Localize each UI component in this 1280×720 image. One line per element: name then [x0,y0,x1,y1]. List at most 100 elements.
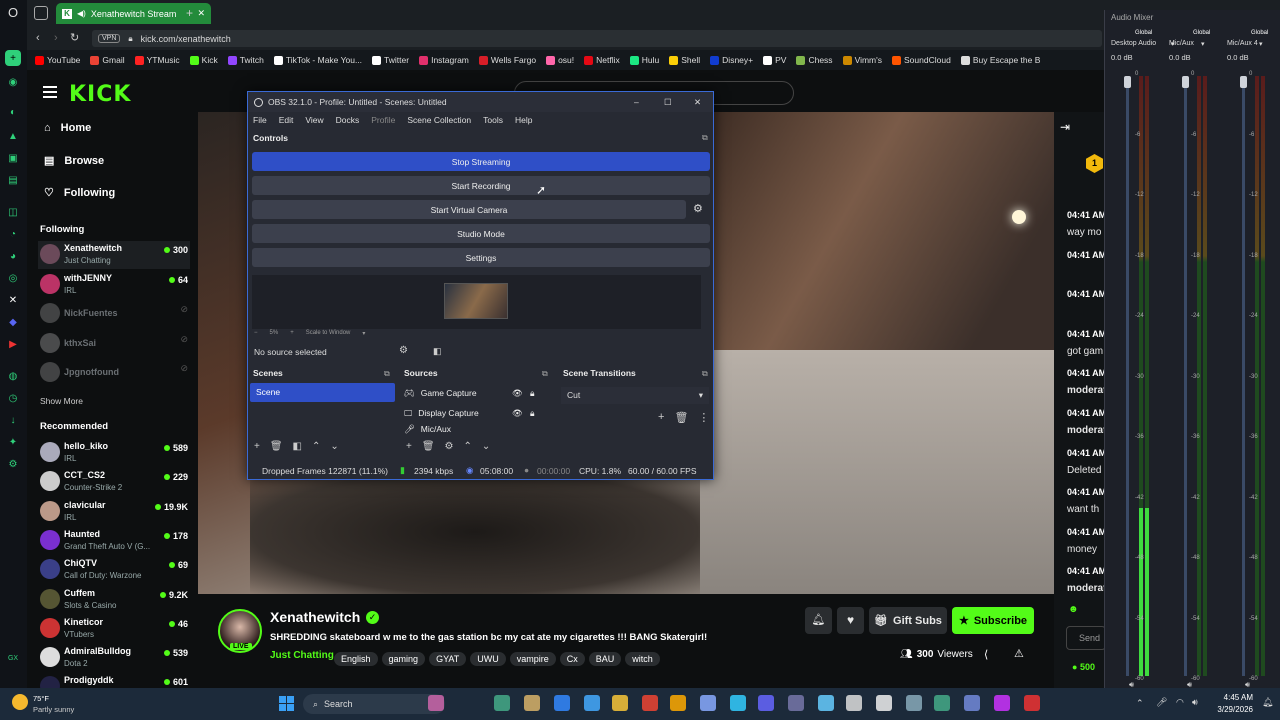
weather-temp[interactable]: 75°F [33,694,49,703]
collapse-chat-icon[interactable]: ⇥ [1060,120,1070,134]
stream-tag[interactable]: GYAT [429,652,467,666]
game-bar-icon[interactable] [700,695,716,711]
bookmark-item[interactable]: TikTok - Make You... [273,55,362,65]
bookmark-item[interactable]: YouTube [35,55,80,65]
back-icon[interactable]: ‹ [36,32,40,44]
channel-item-following[interactable]: Xenathewitch Just Chatting 300 [38,241,190,269]
copilot-icon[interactable] [428,695,444,711]
tray-overflow-icon[interactable]: ⌃ [1136,698,1144,709]
chat-input[interactable]: Send [1066,626,1106,650]
nav-browse[interactable]: ▤ Browse [44,154,104,168]
more-icon[interactable]: ⋮ [698,411,709,424]
trash-icon[interactable]: 🗑︎ [422,441,435,452]
chevron-up-icon[interactable]: ⌃ [464,441,472,452]
add-icon[interactable]: + [406,441,412,452]
discord-icon[interactable]: ◆ [5,314,21,330]
app-icon[interactable] [846,695,862,711]
stream-tag[interactable]: Cx [559,652,585,666]
spotify-icon[interactable]: ◍ [5,368,21,384]
chevron-down-icon[interactable]: ▾ [362,330,365,337]
nav-following[interactable]: ♡ Following [44,186,115,200]
volume-slider-handle[interactable] [1124,76,1131,88]
eye-icon[interactable]: 👁︎ [512,388,523,399]
app-icon[interactable] [758,695,774,711]
dock-undock-icon[interactable]: ⧉ [384,369,390,379]
gift-subs-button[interactable]: 🎁︎ Gift Subs [869,607,947,634]
chrome-icon[interactable] [642,695,658,711]
stop-streaming-button[interactable]: Stop Streaming [252,152,710,171]
source-filters-icon[interactable]: ◧ [433,346,442,357]
notification-bell-button[interactable]: 🔔︎ [805,607,832,634]
channel-item-recommended[interactable]: Cuffem Slots & Casino 9.2K [38,586,190,614]
bookmark-item[interactable]: Instagram [419,55,469,65]
volume-slider-handle[interactable] [1182,76,1189,88]
channel-name[interactable]: Desktop Audio [1111,40,1156,47]
messenger-icon[interactable]: ◔ [5,226,21,242]
transition-select[interactable]: Cut ▾ [561,387,709,404]
discord-icon[interactable] [964,695,980,711]
vpn-badge[interactable]: VPN [98,34,121,43]
source-display-capture[interactable]: 🖵︎ Display Capture 👁︎ 🔒︎ [404,404,544,422]
app-icon[interactable] [1024,695,1040,711]
channel-item-following[interactable]: Jpgnotfound ⊘ [38,359,190,387]
nav-home[interactable]: ⌂ Home [44,122,91,134]
bookmark-item[interactable]: Twitch [227,55,264,65]
download-icon[interactable]: ↓ [5,412,21,428]
studio-mode-button[interactable]: Studio Mode [252,224,710,243]
stream-tag[interactable]: English [334,652,378,666]
file-explorer-icon[interactable] [612,695,628,711]
bookmark-item[interactable]: Wells Fargo [478,55,536,65]
bookmark-item[interactable]: Twitter [372,55,409,65]
channel-item-recommended[interactable]: CCT_CS2 Counter-Strike 2 229 [38,468,190,496]
clock-date[interactable]: 3/29/2026 [1208,705,1253,714]
youtube-music-icon[interactable]: ▶ [5,336,21,352]
app-icon[interactable] [906,695,922,711]
virtual-camera-settings-icon[interactable]: ⚙ [693,202,703,215]
share-icon[interactable]: ⟨ [984,648,988,661]
filter-icon[interactable]: ◧ [293,441,302,452]
twitch-icon[interactable]: ◫ [5,204,21,220]
whatsapp-icon[interactable]: ◕ [5,248,21,264]
chevron-up-icon[interactable]: ⌃ [312,441,320,452]
bookmark-item[interactable]: Vimm's [842,55,882,65]
sidebar-app-icon[interactable]: ▣ [5,150,21,166]
emote-icon[interactable]: ☻ [1068,604,1079,615]
settings-icon[interactable] [494,695,510,711]
forward-icon[interactable]: › [54,32,58,44]
opera-logo-icon[interactable]: O [5,4,21,20]
sidebar-app-icon[interactable]: ◐ [5,104,21,120]
volume-slider-handle[interactable] [1240,76,1247,88]
tray-mic-icon[interactable]: 🎤︎ [1156,697,1167,708]
channel-item-recommended[interactable]: hello_kiko IRL 589 [38,439,190,467]
history-icon[interactable]: ◷ [5,390,21,406]
trash-icon[interactable]: 🗑︎ [270,441,283,452]
obs-menu-item[interactable]: View [305,115,323,125]
lock-icon[interactable]: 🔒︎ [530,408,535,419]
bookmark-item[interactable]: SoundCloud [892,55,951,65]
channel-item-recommended[interactable]: AdmiralBulldog Dota 2 539 [38,644,190,672]
photos-icon[interactable] [584,695,600,711]
app-icon[interactable] [818,695,834,711]
obs-menu-item[interactable]: File [253,115,267,125]
zoom-in-icon[interactable]: + [290,330,294,337]
obs-menu-item[interactable]: Help [515,115,532,125]
volume-slider[interactable] [1126,76,1129,676]
chevron-down-icon[interactable]: ▾ [1259,40,1263,48]
extensions-icon[interactable]: ✦ [5,434,21,450]
stream-tag[interactable]: witch [625,652,660,666]
bookmark-item[interactable]: Disney+ [710,55,753,65]
eye-icon[interactable]: 👁︎ [512,408,523,419]
aria-icon[interactable]: + [5,50,21,66]
gx-icon[interactable]: GX [5,650,21,666]
chevron-down-icon[interactable]: ▾ [1201,40,1205,48]
channel-item-recommended[interactable]: Haunted Grand Theft Auto V (G... 178 [38,527,190,555]
bookmark-item[interactable]: Shell [669,55,700,65]
sidebar-app-icon[interactable]: ▲ [5,128,21,144]
trash-icon[interactable]: 🗑︎ [674,411,688,424]
zoom-out-icon[interactable]: − [254,330,258,337]
bookmark-item[interactable]: PV [763,55,786,65]
start-button[interactable] [279,696,294,711]
chevron-down-icon[interactable]: ⌄ [330,441,338,452]
maximize-icon[interactable]: ☐ [664,97,672,108]
notepad-icon[interactable] [670,695,686,711]
